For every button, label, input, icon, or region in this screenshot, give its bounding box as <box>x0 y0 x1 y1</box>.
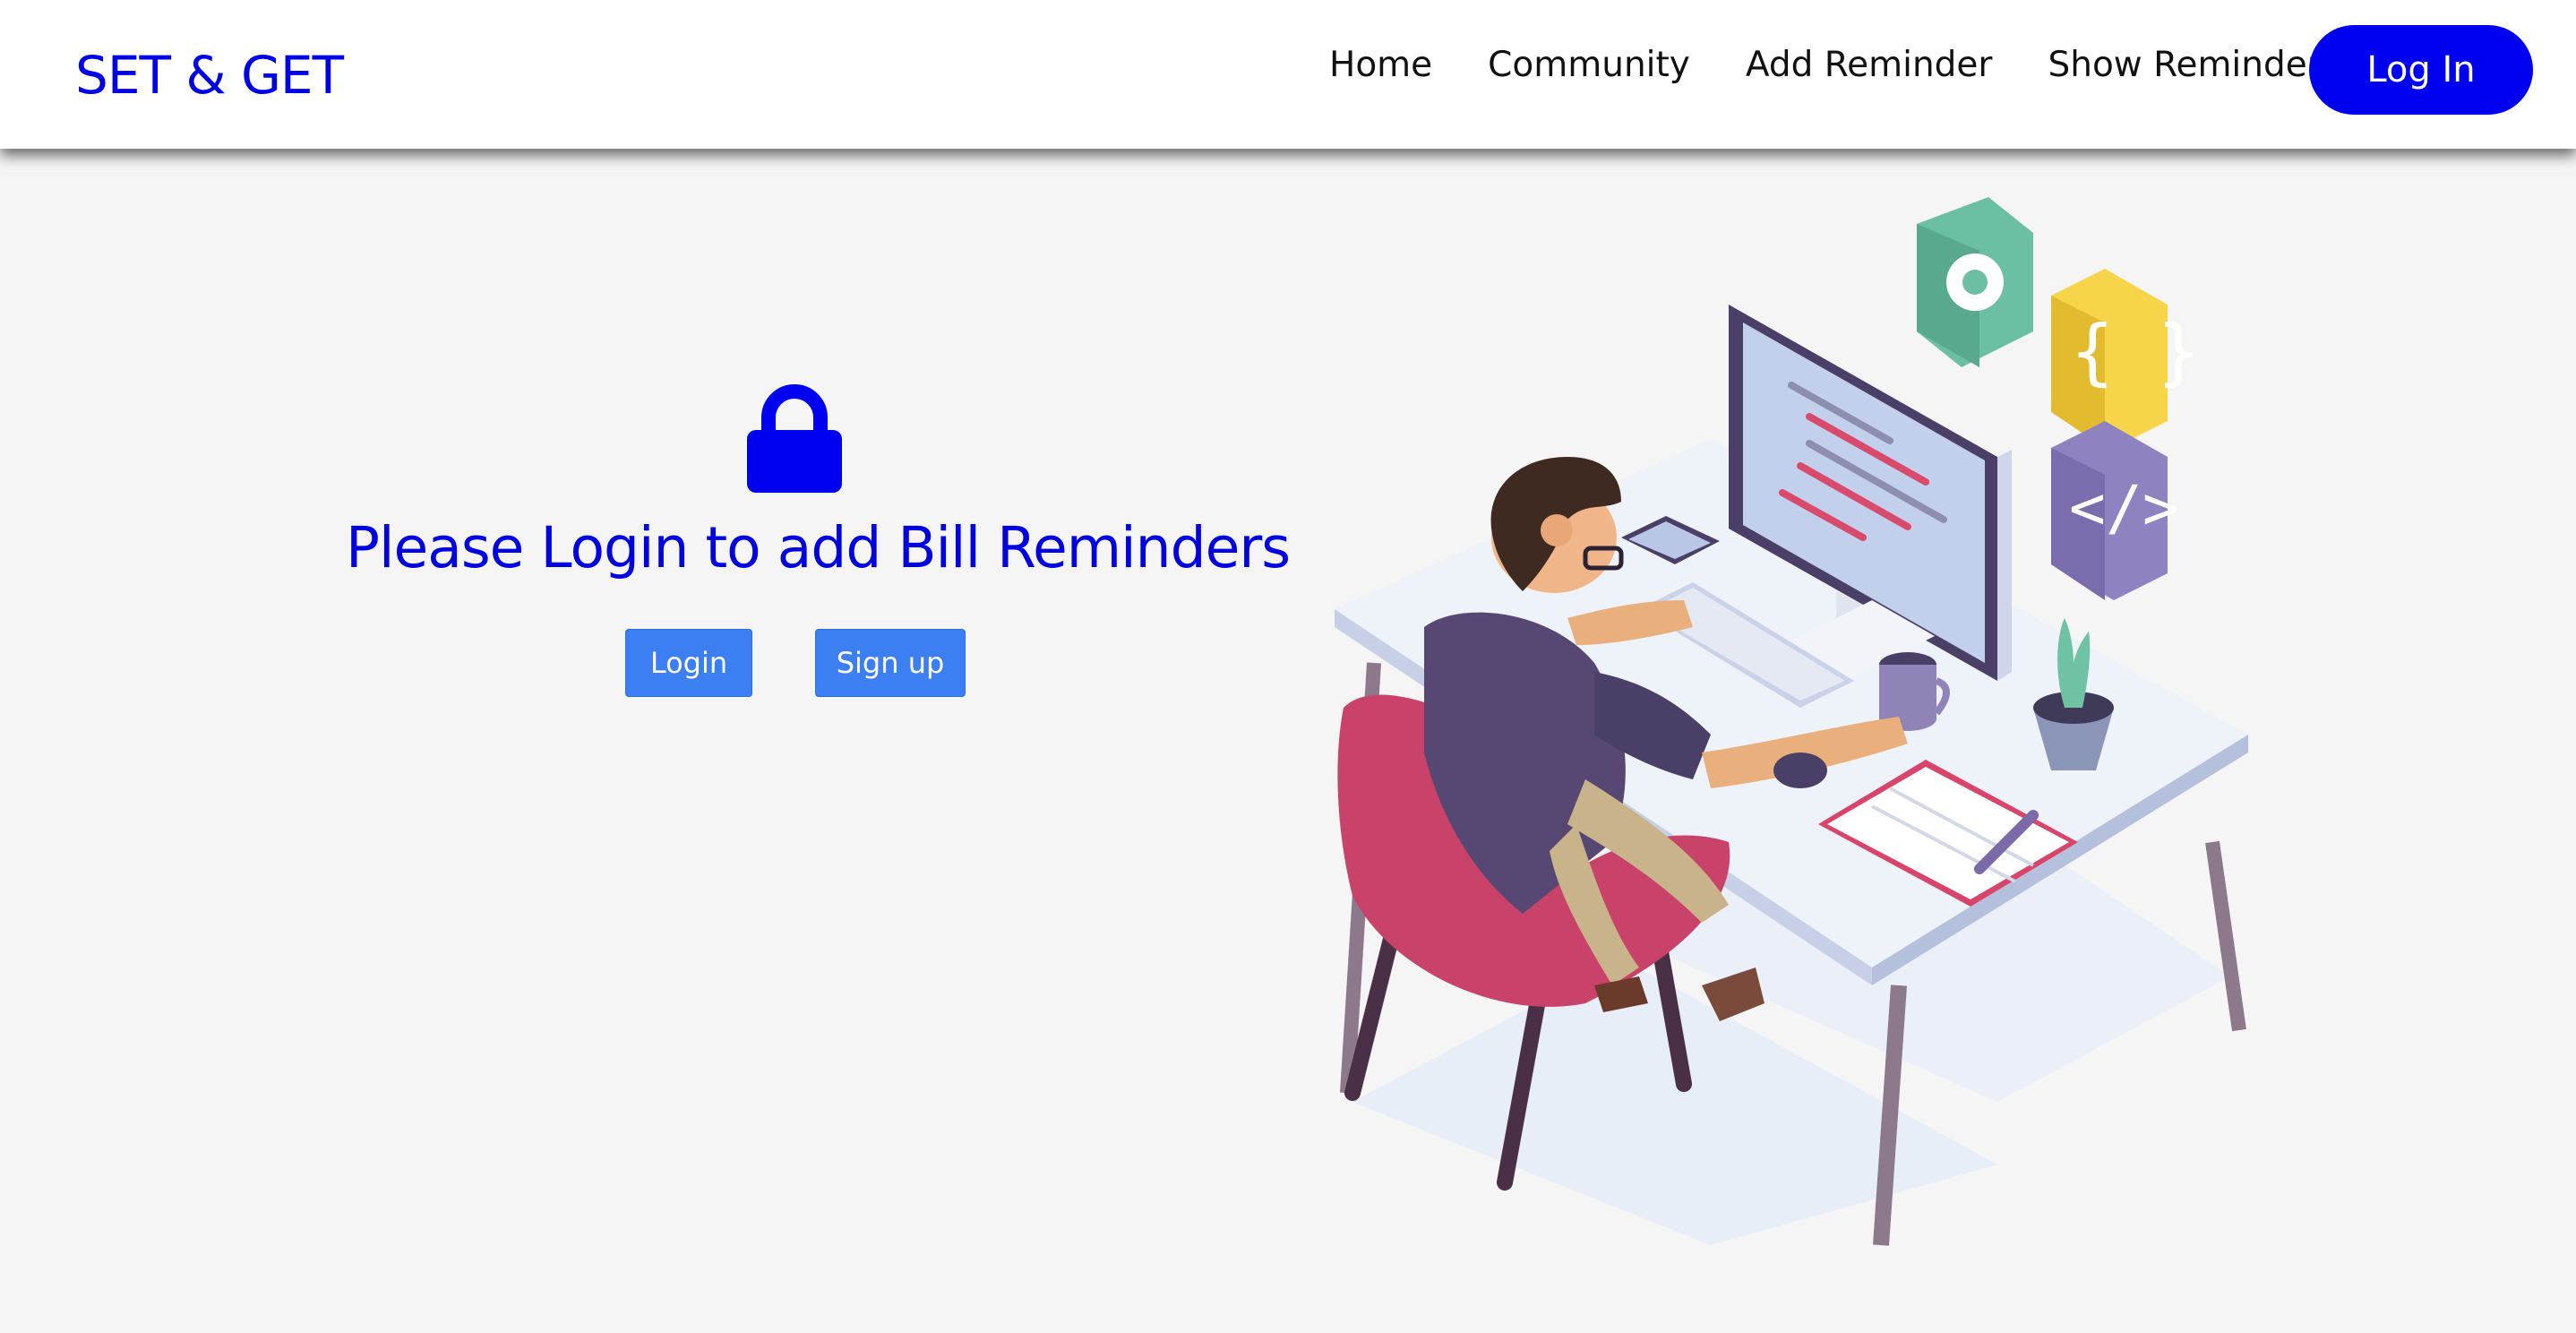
navbar-login-button[interactable]: Log In <box>2309 25 2533 115</box>
nav-link-add-reminder[interactable]: Add Reminder <box>1746 45 1993 85</box>
svg-text:</>: </> <box>2069 473 2179 544</box>
nav-links: Home Community Add Reminder Show Reminde… <box>1329 45 2322 85</box>
nav-link-community[interactable]: Community <box>1488 45 1690 85</box>
page-headline: Please Login to add Bill Reminders <box>346 515 1291 580</box>
navbar: SET & GET Home Community Add Reminder Sh… <box>0 0 2576 149</box>
brand-logo[interactable]: SET & GET <box>75 45 344 106</box>
signup-button[interactable]: Sign up <box>815 629 966 697</box>
login-button[interactable]: Login <box>625 629 752 697</box>
nav-link-show-reminder[interactable]: Show Reminder <box>2048 45 2321 85</box>
lock-icon <box>747 384 842 493</box>
nav-link-home[interactable]: Home <box>1329 45 1432 85</box>
developer-desk-illustration: { } </> <box>1335 197 2248 1246</box>
svg-text:{ }: { } <box>2071 310 2201 393</box>
